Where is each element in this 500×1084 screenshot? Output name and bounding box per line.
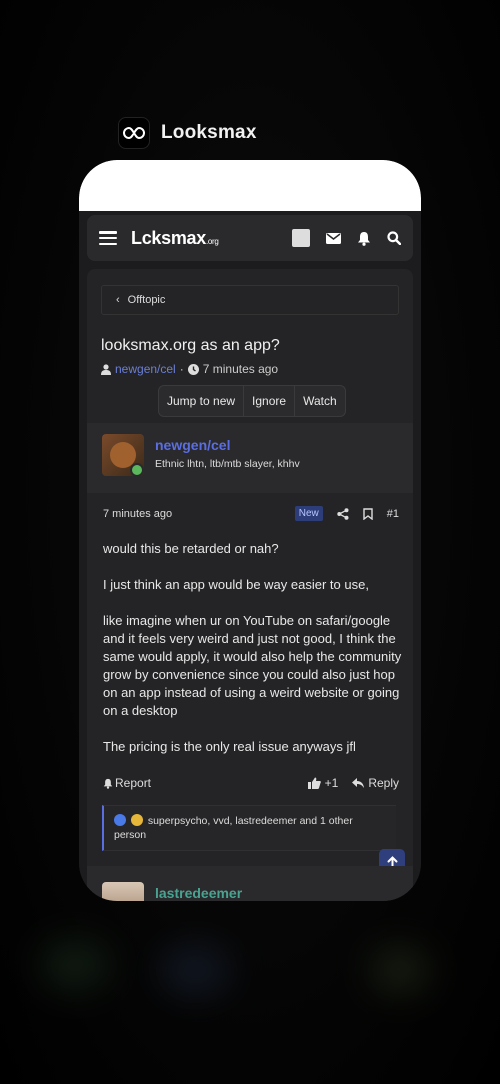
bell-icon[interactable] [357,231,371,246]
reactions-text: superpsycho, vvd, lastredeemer and 1 oth… [114,815,353,841]
like-reaction-icon [114,814,126,826]
background-blur-blob [160,945,230,995]
looksmax-app-icon [118,117,150,149]
like-button[interactable]: +1 [307,776,338,790]
background-blur-blob [370,945,430,995]
bookmark-icon[interactable] [363,507,373,520]
laugh-reaction-icon [130,814,143,826]
share-icon[interactable] [337,507,349,520]
reply-icon [352,778,365,788]
post-number[interactable]: #1 [387,508,399,520]
search-icon[interactable] [387,231,401,245]
report-button[interactable]: Report [103,776,151,790]
post-username[interactable]: newgen/cel [155,437,230,453]
watch-button[interactable]: Watch [295,386,345,416]
post-paragraph: I just think an app would be way easier … [103,577,369,592]
post-paragraph: like imagine when ur on YouTube on safar… [103,613,402,718]
post-time[interactable]: 7 minutes ago [103,508,172,520]
top-navbar: Lcksmax.org [87,215,413,261]
post-username[interactable]: lastredeemer [155,885,242,901]
thread-content: ‹ Offtopic looksmax.org as an app? newge… [87,269,413,901]
online-indicator [130,463,144,477]
post-info-bar: 7 minutes ago New #1 [103,506,399,521]
avatar[interactable] [102,882,144,901]
reactions-summary[interactable]: superpsycho, vvd, lastredeemer and 1 oth… [102,805,396,851]
ignore-button[interactable]: Ignore [244,386,296,416]
site-logo[interactable]: Lcksmax.org [131,228,219,249]
page-body: Lcksmax.org ‹ Offtopic looksmax.org as a… [79,211,421,901]
user-title: Ethnic lhtn, ltb/mtb slayer, khhv [155,458,300,470]
thread-author-link[interactable]: newgen/cel [115,362,176,376]
status-area [79,160,421,211]
clock-icon [187,363,199,375]
post-footer: Report +1 Reply [103,776,399,790]
menu-icon[interactable] [99,231,117,245]
thumbs-up-icon [307,777,321,789]
post-paragraph: would this be retarded or nah? [103,541,279,556]
app-switcher-label[interactable]: Looksmax [118,117,257,149]
post-header: newgen/cel Ethnic lhtn, ltb/mtb slayer, … [87,423,413,493]
post-paragraph: The pricing is the only real issue anywa… [103,739,356,754]
thread-time: 7 minutes ago [202,362,279,376]
meta-separator: · [179,362,184,376]
post-body: would this be retarded or nah? I just th… [103,540,403,774]
thread-meta: newgen/cel · 7 minutes ago [101,362,278,376]
user-avatar[interactable] [292,229,310,247]
mail-icon[interactable] [326,232,341,244]
jump-to-new-button[interactable]: Jump to new [159,386,245,416]
reply-button[interactable]: Reply [352,776,399,790]
app-preview-card[interactable]: Lcksmax.org ‹ Offtopic looksmax.org as a… [79,160,421,901]
bell-icon [103,778,113,789]
new-badge: New [294,506,323,521]
breadcrumb[interactable]: ‹ Offtopic [101,285,399,315]
app-name: Looksmax [161,122,257,143]
thread-title: looksmax.org as an app? [101,337,280,354]
background-blur-blob [40,940,110,990]
user-icon [101,363,111,375]
breadcrumb-label: Offtopic [127,294,166,306]
thread-actions: Jump to new Ignore Watch [158,385,346,417]
next-post-header: lastredeemer [87,866,413,901]
chevron-left-icon: ‹ [116,294,120,306]
